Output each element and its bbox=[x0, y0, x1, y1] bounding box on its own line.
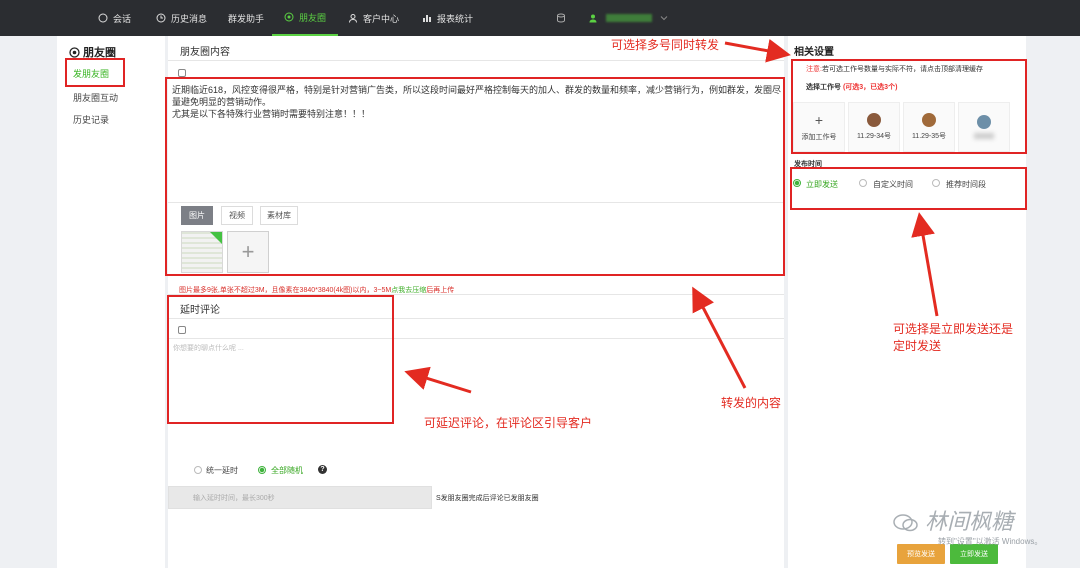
chevron-down-icon bbox=[660, 16, 668, 21]
database-icon bbox=[557, 13, 565, 23]
user-icon bbox=[349, 14, 357, 23]
nav-chat[interactable]: 会话 bbox=[98, 0, 131, 36]
user-icon bbox=[589, 14, 597, 23]
wechat-logo-icon bbox=[893, 514, 918, 532]
delay-time-input[interactable]: 输入延时时间，最长300秒 bbox=[168, 486, 432, 509]
nav-mass-send[interactable]: 群发助手 bbox=[228, 0, 264, 36]
annotation-delay-comment: 可延迟评论，在评论区引导客户 bbox=[424, 416, 593, 430]
radio-all-random[interactable] bbox=[258, 466, 266, 474]
watermark-text: 林间枫糖 bbox=[925, 509, 1014, 534]
watermark: 林间枫糖 bbox=[893, 504, 1013, 536]
sidebar-item-history[interactable]: 历史记录 bbox=[73, 113, 109, 126]
radio-uniform-delay[interactable] bbox=[194, 466, 202, 474]
delay-note: S发朋友圈完成后评论已发朋友圈 bbox=[436, 495, 539, 502]
emoji-icon[interactable] bbox=[178, 69, 186, 77]
nav-moments[interactable]: 朋友圈 bbox=[272, 0, 339, 36]
highlight-box-content bbox=[165, 77, 785, 276]
moments-icon bbox=[284, 12, 294, 22]
send-now-button[interactable]: 立即发送 bbox=[950, 544, 998, 564]
compress-link[interactable]: 点我去压缩 bbox=[391, 287, 426, 294]
windows-activation-note: 转到"设置"以激活 Windows。 bbox=[938, 537, 1043, 546]
highlight-box-accounts bbox=[791, 59, 1027, 154]
nav-history[interactable]: 历史消息 bbox=[156, 0, 207, 36]
divider bbox=[168, 60, 784, 61]
chat-icon bbox=[98, 13, 108, 23]
moments-icon bbox=[69, 46, 80, 58]
clock-icon bbox=[156, 13, 166, 23]
highlight-box-sidebar bbox=[65, 58, 125, 87]
annotation-multi-account: 可选择多号同时转发 bbox=[611, 38, 720, 52]
help-icon[interactable]: ? bbox=[318, 465, 327, 474]
sidebar-item-moments-interaction[interactable]: 朋友圈互动 bbox=[73, 91, 118, 104]
top-navbar: 会话 历史消息 群发助手 朋友圈 客户中心 报表统计 bbox=[0, 0, 1080, 36]
highlight-box-publish-time bbox=[790, 167, 1027, 210]
annotation-send-mode-2: 定时发送 bbox=[893, 339, 942, 353]
nav-label: 会话 bbox=[113, 13, 132, 24]
nav-label: 客户中心 bbox=[363, 13, 400, 24]
preview-send-button[interactable]: 预览发送 bbox=[897, 544, 945, 564]
nav-label: 朋友圈 bbox=[299, 12, 327, 23]
annotation-send-mode-1: 可选择是立即发送还是 bbox=[893, 322, 1014, 336]
nav-customers[interactable]: 客户中心 bbox=[348, 0, 399, 36]
content-section-title: 朋友圈内容 bbox=[180, 47, 230, 58]
account-switcher[interactable] bbox=[556, 0, 668, 36]
radio-label: 统一延时 bbox=[206, 466, 238, 475]
bar-chart-icon bbox=[423, 15, 431, 22]
account-name-blurred bbox=[606, 14, 652, 22]
settings-title: 相关设置 bbox=[794, 47, 834, 58]
radio-label: 全部随机 bbox=[271, 466, 303, 475]
left-sidebar: 朋友圈 发朋友圈 朋友圈互动 历史记录 bbox=[57, 36, 165, 568]
highlight-box-delay-comment bbox=[167, 295, 394, 424]
nav-label: 群发助手 bbox=[228, 13, 265, 24]
nav-label: 历史消息 bbox=[171, 13, 208, 24]
annotation-forward-content: 转发的内容 bbox=[721, 396, 782, 410]
image-hint-text: 图片最多9张,单张不超过3M，且像素在3840*3840(4k图)以内，3~5M… bbox=[179, 287, 455, 294]
nav-label: 报表统计 bbox=[437, 13, 474, 24]
nav-reports[interactable]: 报表统计 bbox=[422, 0, 473, 36]
